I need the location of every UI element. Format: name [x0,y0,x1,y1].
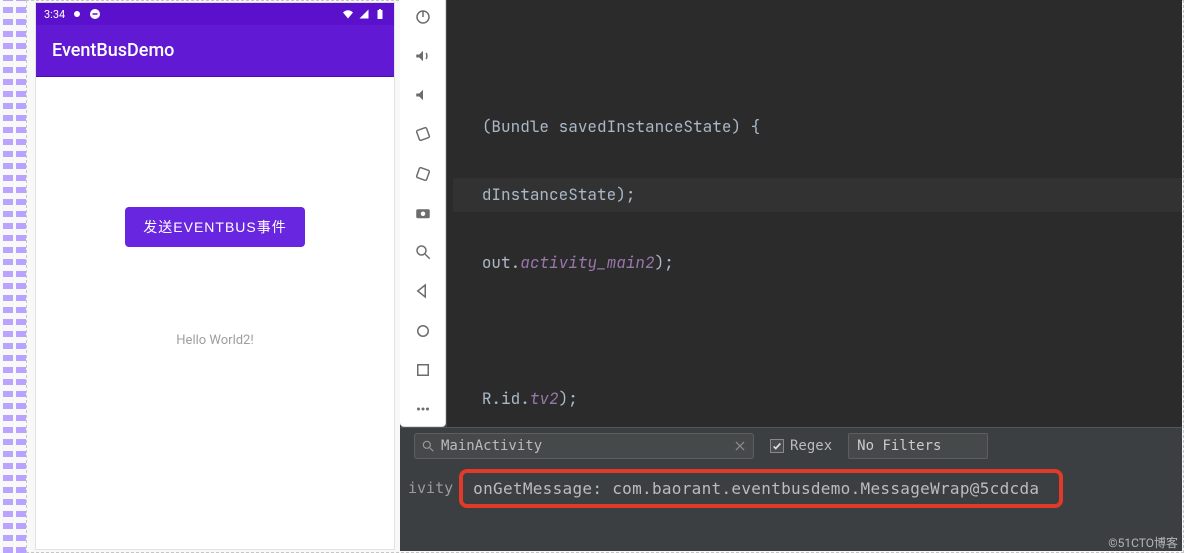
app-title: EventBusDemo [52,40,174,61]
android-status-bar: 3:34 [36,3,394,25]
more-icon[interactable] [409,399,437,420]
rotate-left-icon[interactable] [409,124,437,145]
logcat-search[interactable] [414,433,754,459]
app-body: 发送EVENTBUS事件 Hello World2! [36,77,394,549]
wifi-icon [342,8,354,20]
power-icon[interactable] [409,6,437,27]
app-bar: EventBusDemo [36,25,394,77]
code-editor[interactable]: (Bundle savedInstanceState) { dInstanceS… [446,0,1182,427]
volume-down-icon[interactable] [409,85,437,106]
app-dot-icon [89,8,101,20]
regex-label: Regex [790,438,832,454]
send-eventbus-button[interactable]: 发送EVENTBUS事件 [125,207,304,247]
voice-icon [71,8,83,20]
overview-icon[interactable] [409,359,437,380]
hello-textview: Hello World2! [176,333,253,348]
regex-checkbox[interactable]: Regex [770,438,832,454]
clear-icon[interactable] [733,439,747,453]
search-icon [421,439,435,453]
logcat-search-input[interactable] [441,438,733,454]
logcat-line: ivity onGetMessage: com.baorant.eventbus… [400,464,1182,512]
ide-panel: (Bundle savedInstanceState) { dInstanceS… [400,0,1182,551]
home-icon[interactable] [409,320,437,341]
volume-up-icon[interactable] [409,45,437,66]
battery-icon [374,8,386,20]
log-message-highlight: onGetMessage: com.baorant.eventbusdemo.M… [459,469,1063,508]
logcat-panel: Regex No Filters ivity onGetMessage: com… [400,427,1182,551]
emulator-phone: 3:34 EventBusDemo 发送EVENTBUS事件 Hello Wor… [35,2,395,550]
logcat-filter-select[interactable]: No Filters [848,433,988,459]
watermark: ©51CTO博客 [1108,534,1178,551]
screenshot-icon[interactable] [409,202,437,223]
log-tag-suffix: ivity [408,479,459,497]
emulator-tool-strip [400,0,446,427]
zoom-icon[interactable] [409,242,437,263]
status-time: 3:34 [44,8,65,21]
rotate-right-icon[interactable] [409,163,437,184]
back-icon[interactable] [409,281,437,302]
signal-icon [358,8,370,20]
logcat-toolbar: Regex No Filters [400,428,1182,464]
